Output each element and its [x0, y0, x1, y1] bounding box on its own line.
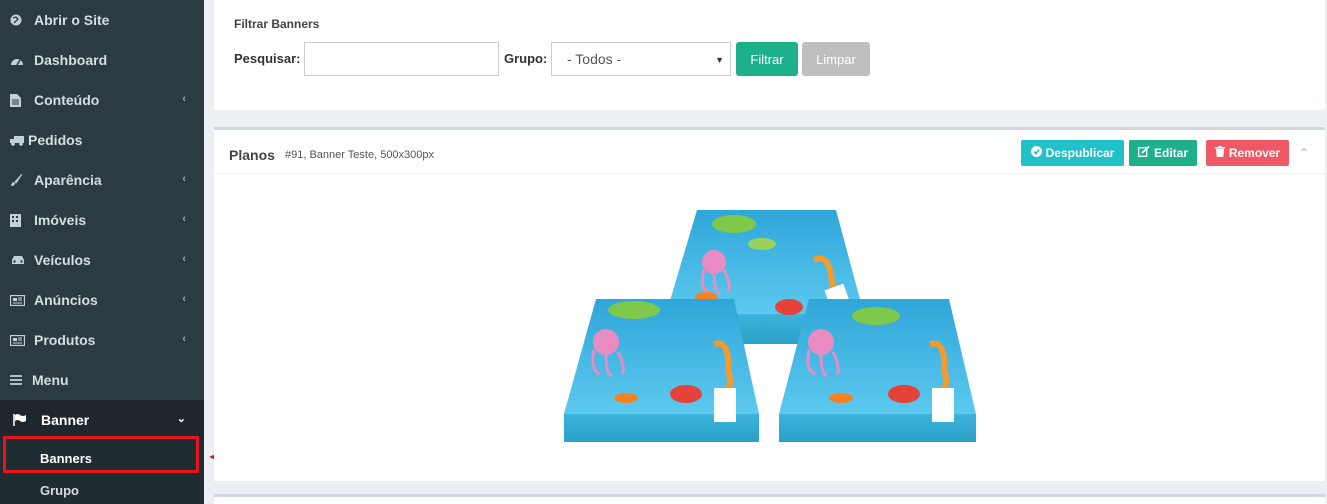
sidebar-item-banner[interactable]: Banner ⌄ — [0, 400, 204, 440]
edit-icon — [1138, 145, 1150, 160]
sidebar-item-label: Conteúdo — [34, 92, 100, 108]
trash-icon — [1214, 146, 1225, 160]
banner-header: Planos #91, Banner Teste, 500x300px Desp… — [214, 130, 1325, 174]
gift-box-bottom-left — [564, 299, 759, 442]
sidebar-item-abrir-o-site[interactable]: Abrir o Site — [0, 0, 204, 40]
sidebar-item-aparencia[interactable]: Aparência ‹ — [0, 160, 204, 200]
sidebar-item-label: Produtos — [34, 332, 96, 348]
filter-button[interactable]: Filtrar — [736, 42, 798, 76]
search-label: Pesquisar: — [234, 51, 301, 66]
chevron-left-icon: ‹ — [182, 93, 186, 105]
sidebar-item-label: Menu — [32, 372, 69, 388]
banner-panel: Planos #91, Banner Teste, 500x300px Desp… — [214, 127, 1325, 481]
next-banner-panel — [214, 494, 1325, 504]
search-input[interactable] — [304, 42, 499, 76]
newspaper-icon — [10, 334, 30, 346]
edit-button[interactable]: Editar — [1129, 140, 1197, 166]
chevron-left-icon: ‹ — [182, 213, 186, 225]
sidebar-item-anuncios[interactable]: Anúncios ‹ — [0, 280, 204, 320]
remove-button[interactable]: Remover — [1206, 140, 1289, 166]
filter-title: Filtrar Banners — [234, 17, 320, 31]
building-icon — [10, 213, 30, 227]
sidebar-item-conteudo[interactable]: Conteúdo ‹ — [0, 80, 204, 120]
bars-icon — [10, 375, 30, 385]
banner-image — [564, 210, 976, 442]
group-select[interactable]: - Todos - ▼ — [551, 42, 731, 76]
banner-title: Planos — [229, 147, 275, 163]
unpublish-button[interactable]: Despublicar — [1021, 140, 1124, 166]
check-circle-icon — [1030, 146, 1042, 160]
sidebar-item-pedidos[interactable]: Pedidos — [0, 120, 204, 160]
annotation-highlight-box — [3, 436, 199, 473]
chevron-left-icon: ‹ — [182, 333, 186, 345]
chevron-down-icon: ⌄ — [176, 413, 186, 425]
dashboard-icon — [10, 55, 30, 66]
sidebar-item-dashboard[interactable]: Dashboard — [0, 40, 204, 80]
sidebar-item-label: Abrir o Site — [34, 12, 110, 28]
clear-button[interactable]: Limpar — [802, 42, 870, 76]
sidebar-item-imoveis[interactable]: Imóveis ‹ — [0, 200, 204, 240]
newspaper-icon — [10, 294, 30, 306]
sidebar-item-label: Dashboard — [34, 52, 108, 68]
file-icon — [10, 93, 30, 107]
caret-down-icon: ▼ — [715, 55, 724, 65]
edit-button-label: Editar — [1153, 146, 1188, 160]
sidebar-item-veiculos[interactable]: Veículos ‹ — [0, 240, 204, 280]
sidebar-item-produtos[interactable]: Produtos ‹ — [0, 320, 204, 360]
truck-icon — [10, 135, 30, 146]
banner-meta: #91, Banner Teste, 500x300px — [285, 149, 435, 161]
chevron-up-icon[interactable]: ⌃ — [1299, 146, 1309, 160]
submenu-item-grupo[interactable]: Grupo — [0, 476, 204, 504]
sidebar-item-label: Banner — [41, 412, 90, 428]
car-icon — [10, 255, 30, 266]
chevron-left-icon: ‹ — [182, 173, 186, 185]
chevron-left-icon: ‹ — [182, 293, 186, 305]
unpublish-button-label: Despublicar — [1045, 146, 1115, 160]
paintbrush-icon — [10, 173, 30, 187]
sidebar-item-label: Pedidos — [28, 132, 83, 148]
sidebar-item-label: Aparência — [34, 172, 102, 188]
group-label: Grupo: — [504, 51, 548, 66]
sidebar-item-label: Anúncios — [34, 292, 98, 308]
gift-box-bottom-right — [779, 299, 976, 442]
sidebar: Abrir o Site Dashboard Conteúdo ‹ Pedido… — [0, 0, 204, 504]
sidebar-item-label: Veículos — [34, 252, 91, 268]
remove-button-label: Remover — [1228, 146, 1281, 160]
sidebar-item-menu[interactable]: Menu — [0, 360, 204, 400]
globe-icon — [10, 14, 30, 26]
filter-panel: Filtrar Banners Pesquisar: Grupo: - Todo… — [214, 0, 1325, 110]
submenu-item-label: Grupo — [40, 482, 79, 498]
sidebar-item-label: Imóveis — [34, 212, 87, 228]
group-select-value: - Todos - — [567, 51, 622, 67]
chevron-left-icon: ‹ — [182, 253, 186, 265]
flag-icon — [13, 414, 33, 426]
